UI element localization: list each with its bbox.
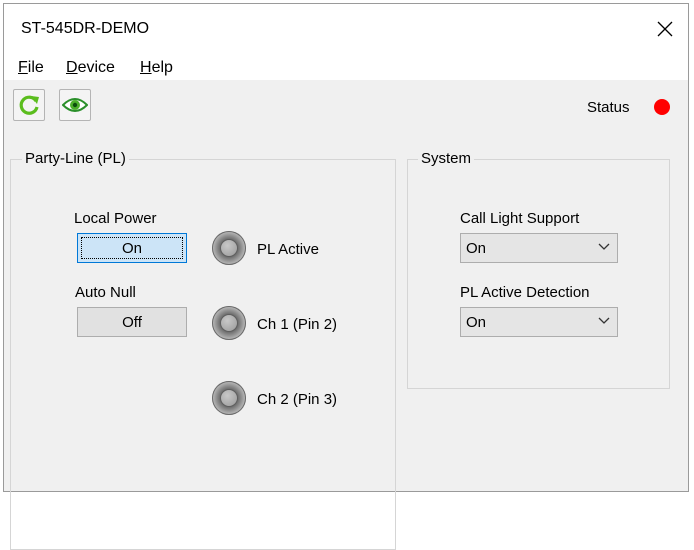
pl-detection-label: PL Active Detection [460, 284, 590, 301]
ch2-label: Ch 2 (Pin 3) [257, 391, 338, 408]
ch1-led [212, 306, 246, 340]
menu-help[interactable]: Help [140, 59, 173, 77]
pl-active-label: PL Active [257, 241, 319, 258]
pl-detection-value: On [466, 314, 487, 331]
system-group: System Call Light Support On PL Active D… [407, 150, 670, 389]
focus-ring [81, 237, 183, 259]
pl-active-led [212, 231, 246, 265]
call-light-select[interactable]: On [460, 233, 618, 263]
call-light-value: On [466, 240, 487, 257]
view-button[interactable] [59, 89, 91, 121]
title-bar: ST-545DR-DEMO [4, 4, 688, 56]
auto-null-label: Auto Null [75, 284, 136, 301]
pl-detection-select[interactable]: On [460, 307, 618, 337]
menu-file[interactable]: File [18, 59, 44, 77]
client-area: Status Party-Line (PL) Local Power On Au… [4, 80, 688, 550]
party-line-group: Party-Line (PL) Local Power On Auto Null… [10, 150, 396, 550]
system-legend: System [418, 150, 475, 167]
window-title: ST-545DR-DEMO [21, 20, 150, 37]
chevron-down-icon [598, 317, 610, 324]
close-icon [657, 21, 673, 37]
auto-null-value: Off [122, 313, 142, 331]
refresh-button[interactable] [13, 89, 45, 121]
call-light-label: Call Light Support [460, 210, 580, 227]
menu-device[interactable]: Device [66, 59, 115, 77]
refresh-icon [19, 95, 39, 115]
local-power-button[interactable]: On [77, 233, 187, 263]
eye-icon [62, 98, 88, 112]
party-line-legend: Party-Line (PL) [22, 150, 129, 167]
chevron-down-icon [598, 243, 610, 250]
ch1-label: Ch 1 (Pin 2) [257, 316, 338, 333]
menu-bar: File Device Help [4, 54, 688, 80]
local-power-label: Local Power [74, 210, 157, 227]
ch2-led [212, 381, 246, 415]
status-label: Status [587, 99, 630, 116]
app-window: ST-545DR-DEMO File Device Help Status Pa… [3, 3, 689, 550]
toolbar: Status [4, 80, 688, 130]
close-button[interactable] [642, 4, 688, 54]
status-indicator [654, 99, 670, 115]
auto-null-button[interactable]: Off [77, 307, 187, 337]
